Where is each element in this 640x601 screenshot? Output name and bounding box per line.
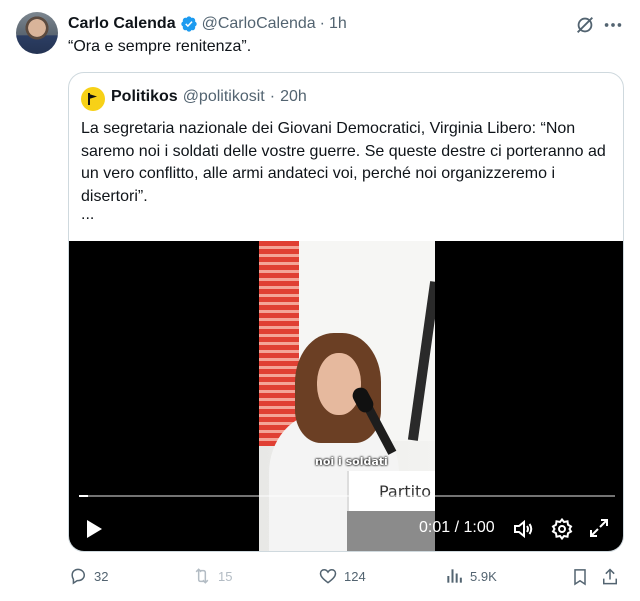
quoted-tweet[interactable]: Politikos @politikosit · 20h La segretar… bbox=[68, 72, 624, 552]
quoted-avatar[interactable] bbox=[81, 87, 105, 111]
video-time: 0:01 / 1:00 bbox=[419, 519, 495, 536]
reply-button[interactable]: 32 bbox=[68, 566, 108, 586]
speaker-face bbox=[317, 353, 361, 415]
tweet-text: “Ora e sempre renitenza”. bbox=[68, 38, 252, 55]
separator-dot: · bbox=[269, 88, 276, 105]
reply-count: 32 bbox=[94, 568, 109, 584]
quoted-name[interactable]: Politikos bbox=[111, 88, 178, 106]
tweet-actions: 32 15 124 5.9K bbox=[68, 566, 624, 588]
bookmark-icon[interactable] bbox=[570, 567, 590, 587]
more-icon[interactable] bbox=[602, 14, 624, 36]
video-progress-bar[interactable] bbox=[79, 495, 615, 497]
volume-icon[interactable] bbox=[511, 517, 535, 541]
reply-icon bbox=[71, 568, 86, 585]
author-handle[interactable]: @CarloCalenda bbox=[202, 15, 316, 33]
heart-icon bbox=[319, 568, 337, 584]
quoted-time[interactable]: 20h bbox=[280, 88, 307, 106]
separator-dot: · bbox=[319, 15, 325, 32]
video-caption: noi i soldati bbox=[315, 455, 388, 468]
share-icon[interactable] bbox=[600, 567, 620, 587]
play-icon[interactable] bbox=[84, 518, 104, 540]
podium-text: Partito bbox=[379, 482, 432, 501]
repost-count: 15 bbox=[218, 568, 233, 584]
quoted-handle[interactable]: @politikosit bbox=[183, 88, 265, 106]
flag-logo-icon bbox=[88, 93, 97, 105]
video-frame: Partito bbox=[259, 241, 435, 551]
author-avatar[interactable] bbox=[16, 12, 58, 54]
quoted-text: La segretaria nazionale dei Giovani Demo… bbox=[81, 120, 606, 205]
like-button[interactable]: 124 bbox=[318, 566, 366, 586]
grok-icon[interactable] bbox=[574, 14, 596, 36]
views-count: 5.9K bbox=[470, 568, 497, 584]
quoted-ellipsis: ... bbox=[81, 206, 95, 223]
quoted-header: Politikos @politikosit · 20h bbox=[111, 88, 307, 106]
analytics-icon bbox=[447, 569, 462, 583]
views-button[interactable]: 5.9K bbox=[444, 566, 497, 586]
like-count: 124 bbox=[344, 568, 366, 584]
video-progress-fill bbox=[79, 495, 88, 497]
author-name[interactable]: Carlo Calenda bbox=[68, 15, 176, 33]
verified-badge-icon bbox=[180, 16, 197, 32]
repost-icon bbox=[195, 568, 209, 584]
fullscreen-icon[interactable] bbox=[588, 517, 610, 539]
video-player[interactable]: Partito noi i soldati 0:01 / 1:00 bbox=[69, 241, 623, 551]
tweet-header: Carlo Calenda @CarloCalenda · 1h bbox=[68, 13, 347, 35]
repost-button[interactable]: 15 bbox=[192, 566, 232, 586]
settings-gear-icon[interactable] bbox=[550, 517, 574, 541]
tweet-time[interactable]: 1h bbox=[329, 15, 347, 33]
